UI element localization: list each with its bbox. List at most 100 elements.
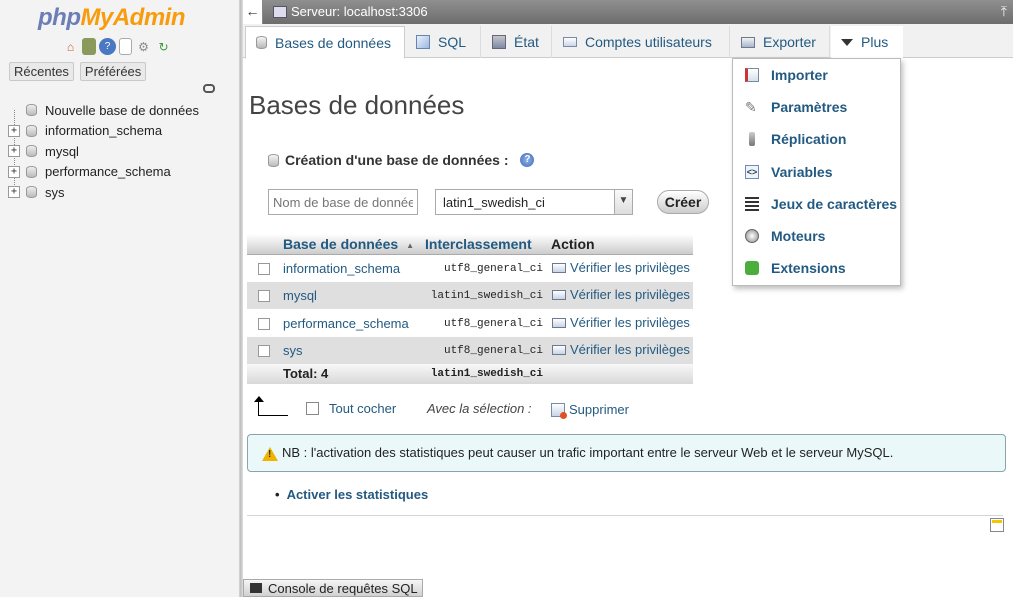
divider [247, 515, 1003, 516]
chevron-down-icon: ▼ [614, 190, 632, 214]
collapse-icon[interactable]: ⤒ [1001, 3, 1007, 20]
phpmyadmin-logo[interactable]: phpMyAdmin [38, 4, 185, 32]
tree-item-mysql[interactable]: + mysql [8, 141, 238, 162]
check-privileges-link[interactable]: Vérifier les privilèges [552, 260, 690, 275]
more-dropdown-menu: Importer ✎ Paramètres Réplication <> Var… [732, 58, 901, 286]
privileges-icon [552, 317, 566, 328]
database-name-link[interactable]: sys [283, 343, 303, 358]
collation-cell: utf8_general_ci [443, 263, 543, 275]
triangle-down-icon [841, 38, 853, 46]
row-checkbox[interactable] [258, 290, 270, 302]
recent-favorite-tabs: Récentes Préférées [9, 62, 147, 81]
menu-item-charsets[interactable]: Jeux de caractères [733, 192, 900, 216]
reload-icon[interactable]: ↻ [155, 38, 172, 55]
tab-status[interactable]: État [482, 26, 552, 58]
row-checkbox[interactable] [258, 345, 270, 357]
tree-item-information-schema[interactable]: + information_schema [8, 121, 238, 142]
privileges-icon [552, 344, 566, 355]
tree-item-label: information_schema [45, 123, 163, 139]
check-privileges-link[interactable]: Vérifier les privilèges [552, 342, 690, 357]
users-icon [563, 37, 577, 47]
console-icon [250, 583, 262, 593]
new-database-icon [26, 104, 37, 117]
expand-icon[interactable]: + [8, 145, 20, 158]
create-button[interactable]: Créer [657, 190, 709, 214]
menu-item-replication[interactable]: Réplication [733, 127, 900, 151]
total-label: Total: 4 [283, 366, 329, 381]
link-icon[interactable] [203, 84, 215, 93]
row-checkbox[interactable] [258, 318, 270, 330]
expand-icon[interactable]: + [8, 186, 20, 199]
menu-item-settings[interactable]: ✎ Paramètres [733, 95, 900, 119]
table-total-row: Total: 4 latin1_swedish_ci [247, 364, 693, 384]
database-name-link[interactable]: mysql [283, 288, 317, 303]
tree-item-label: Nouvelle base de données [45, 102, 199, 118]
expand-icon[interactable]: + [8, 165, 20, 178]
settings-icon[interactable]: ⚙ [135, 38, 152, 55]
check-all-checkbox[interactable] [306, 402, 319, 415]
create-database-label: Création d'une base de données : [285, 152, 509, 168]
collation-value: latin1_swedish_ci [443, 194, 545, 210]
tree-item-performance-schema[interactable]: + performance_schema [8, 162, 238, 183]
sql-console-bar[interactable]: Console de requêtes SQL [243, 579, 423, 597]
database-icon [26, 145, 37, 158]
engines-icon [745, 229, 759, 243]
new-database-icon [268, 153, 279, 167]
delete-button[interactable]: Supprimer [551, 402, 629, 419]
tab-sql[interactable]: SQL [406, 26, 481, 58]
menu-item-import[interactable]: Importer [733, 63, 900, 87]
tree-item-new-database[interactable]: Nouvelle base de données [8, 100, 238, 121]
tree-item-sys[interactable]: + sys [8, 182, 238, 203]
database-icon [256, 36, 267, 49]
tab-databases[interactable]: Bases de données [245, 26, 405, 59]
main-tab-bar: Bases de données SQL État Comptes utilis… [243, 24, 1013, 59]
export-icon [741, 36, 755, 48]
server-breadcrumb[interactable]: Serveur: localhost:3306 [273, 4, 428, 19]
collation-select[interactable]: latin1_swedish_ci ▼ [435, 189, 633, 215]
enable-statistics-link[interactable]: Activer les statistiques [275, 487, 429, 502]
database-icon [26, 186, 37, 199]
database-name-input[interactable] [268, 189, 418, 215]
logout-icon[interactable] [82, 38, 96, 55]
notes-icon[interactable] [990, 518, 1004, 532]
tab-more[interactable]: Plus [831, 26, 903, 58]
tab-export[interactable]: Exporter [731, 26, 830, 58]
menu-item-label: Extensions [771, 260, 846, 276]
recent-tab[interactable]: Récentes [9, 62, 74, 81]
menu-item-engines[interactable]: Moteurs [733, 224, 900, 248]
favorites-tab[interactable]: Préférées [79, 62, 147, 81]
warning-icon [262, 447, 278, 461]
create-database-heading: Création d'une base de données : ? [268, 152, 535, 168]
docs-icon[interactable] [119, 38, 132, 55]
row-checkbox[interactable] [258, 263, 270, 275]
check-privileges-link[interactable]: Vérifier les privilèges [552, 315, 690, 330]
collation-cell: latin1_swedish_ci [430, 290, 543, 302]
status-icon [492, 35, 506, 49]
menu-item-extensions[interactable]: Extensions [733, 256, 900, 280]
database-icon [26, 124, 37, 137]
help-icon[interactable]: ? [520, 153, 535, 167]
with-selection-label: Avec la sélection : [427, 401, 532, 416]
statistics-notice: NB : l'activation des statistiques peut … [247, 434, 1006, 472]
help-icon[interactable]: ? [99, 38, 116, 55]
tab-label: Exporter [763, 34, 816, 50]
check-privileges-link[interactable]: Vérifier les privilèges [552, 287, 690, 302]
column-header-collation[interactable]: Interclassement [425, 236, 532, 252]
database-name-link[interactable]: information_schema [283, 261, 400, 276]
server-label: Serveur: localhost:3306 [291, 4, 428, 19]
back-button[interactable]: ← [243, 0, 263, 24]
wrench-icon: ✎ [745, 99, 757, 115]
tab-label: Comptes utilisateurs [585, 34, 712, 50]
column-header-database[interactable]: Base de données ▲ [283, 236, 414, 252]
check-all-label[interactable]: Tout cocher [329, 401, 396, 416]
database-name-link[interactable]: performance_schema [283, 316, 409, 331]
home-icon[interactable]: ⌂ [62, 38, 79, 55]
tab-user-accounts[interactable]: Comptes utilisateurs [553, 26, 730, 58]
column-header-action: Action [551, 236, 595, 252]
menu-item-variables[interactable]: <> Variables [733, 160, 900, 184]
table-header: Base de données ▲ Interclassement Action [247, 234, 693, 255]
database-icon [26, 165, 37, 178]
nav-resize-handle[interactable] [240, 0, 243, 597]
server-breadcrumb-bar: ← Serveur: localhost:3306 ⤒ [243, 0, 1013, 24]
expand-icon[interactable]: + [8, 124, 20, 137]
